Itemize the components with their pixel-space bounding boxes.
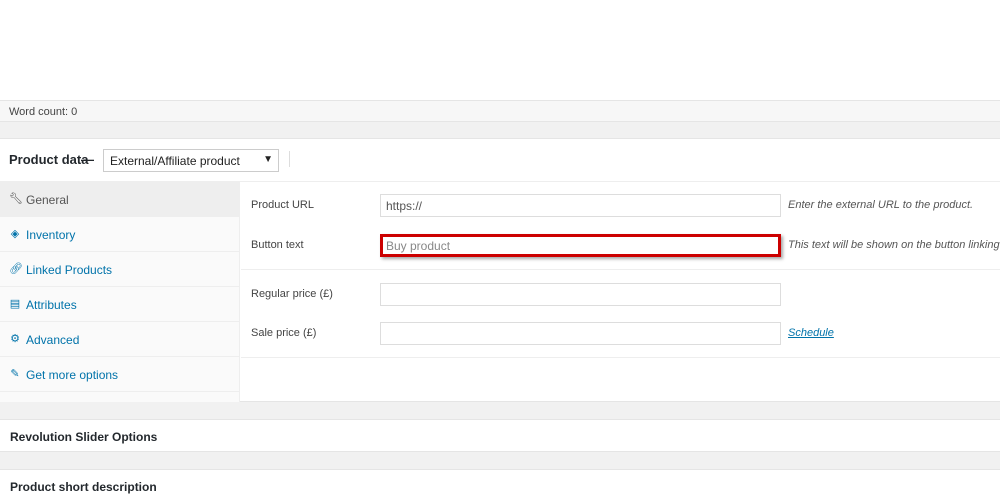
product-url-label: Product URL <box>251 199 314 211</box>
short-description-box[interactable]: Product short description <box>0 469 1000 500</box>
product-type-value: External/Affiliate product <box>110 154 240 168</box>
revolution-slider-box[interactable]: Revolution Slider Options <box>0 419 1000 452</box>
tag-icon: ◈ <box>10 228 20 240</box>
regular-price-label: Regular price (£) <box>251 288 333 300</box>
tab-general[interactable]: 🔧︎ General <box>0 182 239 217</box>
section-gap <box>0 122 1000 138</box>
tab-inventory[interactable]: ◈ Inventory <box>0 217 239 252</box>
schedule-link[interactable]: Schedule <box>788 327 834 339</box>
section-gap <box>0 452 1000 469</box>
divider <box>241 357 1000 358</box>
tab-advanced[interactable]: ⚙ Advanced <box>0 322 239 357</box>
short-description-title: Product short description <box>10 480 157 494</box>
editor-content-area[interactable] <box>0 0 1000 100</box>
divider <box>289 151 290 167</box>
button-text-description: This text will be shown on the button li… <box>788 239 1000 251</box>
product-data-header: Product data — External/Affiliate produc… <box>0 139 1000 182</box>
gear-icon: ⚙ <box>10 333 20 345</box>
plugin-icon: ✎ <box>10 368 20 380</box>
product-data-panel: Product data — External/Affiliate produc… <box>0 138 1000 402</box>
section-gap <box>0 402 1000 419</box>
tab-label: Attributes <box>26 298 77 312</box>
tab-label: Linked Products <box>26 263 113 277</box>
product-url-description: Enter the external URL to the product. <box>788 199 974 211</box>
product-data-dash: — <box>81 152 94 167</box>
word-count: Word count: 0 <box>0 100 1000 122</box>
button-text-label: Button text <box>251 239 304 251</box>
tab-label: Inventory <box>26 228 76 242</box>
regular-price-input[interactable] <box>380 283 781 306</box>
tab-get-more-options[interactable]: ✎ Get more options <box>0 357 239 392</box>
tab-label: Get more options <box>26 368 119 382</box>
product-data-tabs: 🔧︎ General ◈ Inventory 🔗︎ Linked Product… <box>0 182 240 402</box>
general-fields: Product URL https:// Enter the external … <box>241 182 1000 402</box>
button-text-input[interactable]: Buy product <box>380 234 781 257</box>
tab-linked-products[interactable]: 🔗︎ Linked Products <box>0 252 239 287</box>
link-icon: 🔗︎ <box>9 263 23 275</box>
divider <box>241 269 1000 270</box>
product-data-title: Product data <box>9 152 89 167</box>
sale-price-input[interactable] <box>380 322 781 345</box>
list-icon: ▤ <box>9 298 21 310</box>
sale-price-label: Sale price (£) <box>251 327 317 339</box>
tab-attributes[interactable]: ▤ Attributes <box>0 287 239 322</box>
product-url-input[interactable]: https:// <box>380 194 781 217</box>
product-type-select[interactable]: External/Affiliate product ▼ <box>103 149 279 172</box>
tab-label: Advanced <box>26 333 80 347</box>
revolution-slider-title: Revolution Slider Options <box>10 430 158 444</box>
chevron-down-icon: ▼ <box>263 154 273 165</box>
wrench-icon: 🔧︎ <box>9 193 23 205</box>
tab-label: General <box>26 193 69 207</box>
